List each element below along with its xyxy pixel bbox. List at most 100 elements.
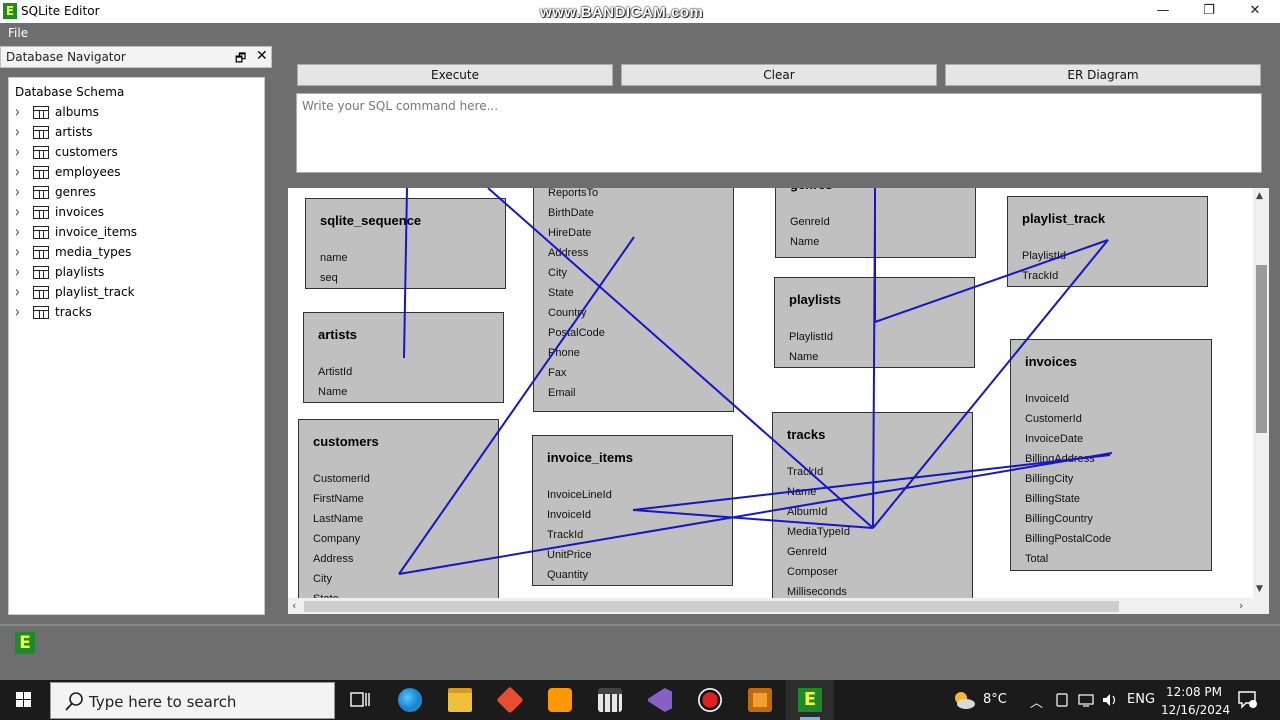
window-title: SQLite Editor (21, 4, 100, 18)
tree-item-label: artists (55, 125, 93, 139)
float-panel-icon[interactable]: 🗗 (235, 49, 246, 70)
tree-item-employees[interactable]: › employees (9, 163, 259, 183)
git-icon (496, 686, 524, 714)
scroll-corner (1253, 598, 1269, 614)
taskbar-sqlite-editor[interactable]: E (786, 680, 834, 720)
tree-item-label: invoices (55, 205, 104, 219)
clock-date[interactable]: 12/16/2024 (1161, 703, 1230, 717)
taskbar-media[interactable] (736, 680, 784, 720)
expand-chevron-icon[interactable]: › (15, 283, 20, 301)
expand-chevron-icon[interactable]: › (15, 243, 20, 261)
edge-icon (398, 688, 422, 712)
media-icon (748, 688, 772, 712)
taskbar-file-explorer[interactable] (436, 680, 484, 720)
clock-time[interactable]: 12:08 PM (1166, 685, 1222, 699)
tree-item-tracks[interactable]: › tracks (9, 303, 259, 323)
link-artists-albums (403, 188, 408, 359)
expand-chevron-icon[interactable]: › (15, 303, 20, 321)
tree-item-playlist-track[interactable]: › playlist_track (9, 283, 259, 303)
volume-icon[interactable] (1101, 692, 1119, 708)
taskbar-calculator[interactable] (586, 680, 634, 720)
table-icon (33, 286, 49, 299)
navigator-header: Database Navigator 🗗 ✕ (0, 46, 272, 68)
sqlite-editor-icon: E (798, 688, 822, 712)
tree-item-artists[interactable]: › artists (9, 123, 259, 143)
scroll-right-arrow-icon[interactable]: › (1239, 599, 1243, 612)
taskbar-visual-studio[interactable] (636, 680, 684, 720)
diagram-horizontal-scrollbar[interactable]: ‹ › (288, 598, 1253, 614)
close-panel-icon[interactable]: ✕ (256, 48, 268, 64)
taskbar-git[interactable] (486, 680, 534, 720)
expand-chevron-icon[interactable]: › (15, 143, 20, 161)
tree-item-customers[interactable]: › customers (9, 143, 259, 163)
app-window: E SQLite Editor www.BANDICAM.com — ❐ ✕ F… (0, 0, 1280, 720)
tree-item-label: invoice_items (55, 225, 138, 239)
expand-chevron-icon[interactable]: › (15, 263, 20, 281)
expand-chevron-icon[interactable]: › (15, 183, 20, 201)
expand-chevron-icon[interactable]: › (15, 123, 20, 141)
tree-item-invoices[interactable]: › invoices (9, 203, 259, 223)
expand-chevron-icon[interactable]: › (15, 163, 20, 181)
er-diagram-button[interactable]: ER Diagram (945, 64, 1261, 86)
app-logo-icon: E (3, 3, 17, 19)
horizontal-scroll-thumb[interactable] (304, 601, 1119, 612)
link-playlists-playlist-track (874, 239, 1109, 323)
tree-root-label[interactable]: Database Schema (15, 85, 124, 99)
scroll-down-arrow-icon[interactable]: ▼ (1256, 584, 1263, 594)
input-language[interactable]: ENG (1127, 692, 1155, 707)
visual-studio-icon (648, 688, 672, 712)
restore-button[interactable]: ❐ (1186, 0, 1232, 23)
vertical-scroll-thumb[interactable] (1256, 265, 1267, 433)
link-playlist-track-tracks (872, 239, 1109, 529)
clear-button[interactable]: Clear (621, 64, 937, 86)
taskbar-bandicam[interactable] (686, 680, 734, 720)
expand-chevron-icon[interactable]: › (15, 223, 20, 241)
task-view-icon (350, 692, 370, 707)
tree-item-playlists[interactable]: › playlists (9, 263, 259, 283)
tree-item-media-types[interactable]: › media_types (9, 243, 259, 263)
taskbar-search-box[interactable]: Type here to search (50, 682, 335, 719)
windows-logo-icon (16, 692, 31, 707)
folder-icon (448, 688, 472, 712)
search-placeholder: Type here to search (89, 693, 237, 711)
scroll-up-arrow-icon[interactable]: ▲ (1256, 191, 1263, 201)
tree-item-invoice-items[interactable]: › invoice_items (9, 223, 259, 243)
er-diagram-canvas[interactable]: sqlite_sequence name seq artists ArtistId Na… (288, 188, 1253, 598)
tray-chevron-icon[interactable]: ︿ (1030, 692, 1043, 711)
device-icon[interactable] (1055, 692, 1069, 708)
start-button[interactable] (0, 680, 48, 720)
windows-taskbar: Type here to search E 8°C ︿ ENG 12:08 PM… (0, 680, 1280, 720)
sql-command-input[interactable] (296, 93, 1262, 173)
link-invoice-items-tracks (632, 509, 874, 529)
calculator-icon (598, 688, 622, 712)
menu-file[interactable]: File (8, 26, 28, 40)
table-icon (33, 306, 49, 319)
sublime-icon (548, 688, 572, 712)
tree-item-label: playlist_track (55, 285, 135, 299)
temperature: 8°C (983, 692, 1007, 707)
expand-chevron-icon[interactable]: › (15, 203, 20, 221)
expand-chevron-icon[interactable]: › (15, 103, 20, 121)
dock-app-logo-icon: E (15, 632, 35, 654)
diagram-vertical-scrollbar[interactable]: ▲ ▼ (1253, 188, 1269, 598)
task-view-button[interactable] (336, 680, 384, 720)
network-icon[interactable] (1078, 692, 1094, 708)
tree-item-albums[interactable]: › albums (9, 103, 259, 123)
table-icon (33, 226, 49, 239)
execute-button[interactable]: Execute (297, 64, 613, 86)
tree-item-label: genres (55, 185, 96, 199)
search-icon (65, 692, 83, 711)
close-window-button[interactable]: ✕ (1232, 0, 1278, 23)
minimize-button[interactable]: — (1140, 0, 1186, 23)
tree-item-label: albums (55, 105, 99, 119)
link-tracks-genres-2 (872, 207, 876, 529)
table-icon (33, 166, 49, 179)
notification-center-icon[interactable] (1236, 688, 1258, 710)
taskbar-sublime[interactable] (536, 680, 584, 720)
scroll-left-arrow-icon[interactable]: ‹ (292, 599, 296, 612)
taskbar-edge[interactable] (386, 680, 434, 720)
dock-separator (0, 624, 1280, 626)
schema-tree: Database Schema › albums › artists › customer… (8, 77, 265, 615)
tree-item-genres[interactable]: › genres (9, 183, 259, 203)
table-icon (33, 146, 49, 159)
